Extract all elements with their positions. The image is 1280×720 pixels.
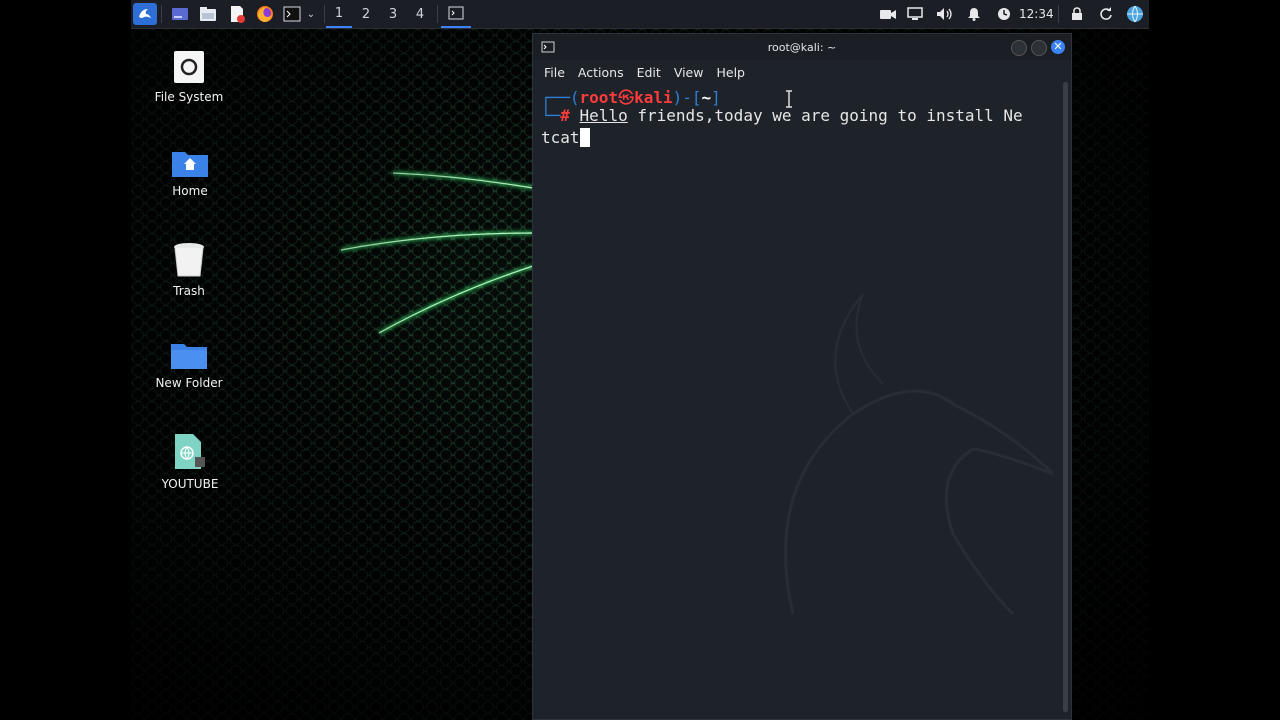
terminal-window-icon — [541, 41, 555, 53]
terminal-menubar: File Actions Edit View Help — [533, 60, 1071, 84]
taskbar-separator — [437, 5, 438, 23]
prompt-line: ┌──(root㉿kali)-[~] — [541, 84, 721, 108]
clock-icon — [997, 0, 1011, 28]
desktop-screen: ⌄ 1 2 3 4 12:34 File System Home Trash N… — [131, 0, 1149, 720]
prompt-bracket: ] — [711, 88, 721, 107]
taskbar-separator — [324, 5, 325, 23]
trash-icon — [174, 243, 204, 277]
maximize-button[interactable] — [1031, 40, 1047, 56]
taskbar-separator — [1058, 5, 1059, 23]
desktop-icon-new-folder[interactable]: New Folder — [144, 340, 234, 390]
terminal-window[interactable]: root@kali: ~ ✕ File Actions Edit View He… — [532, 33, 1072, 720]
terminal-scrollbar[interactable] — [1063, 82, 1068, 712]
desktop-icon-youtube[interactable]: YOUTUBE — [145, 433, 235, 491]
drive-icon — [174, 51, 204, 83]
notification-bell-icon[interactable] — [967, 0, 981, 28]
prompt-dir: ~ — [701, 88, 712, 107]
prompt-bracket: )-[ — [672, 88, 702, 107]
workspace-3[interactable]: 3 — [380, 0, 406, 28]
menu-help[interactable]: Help — [716, 65, 745, 80]
prompt-user: root — [579, 88, 619, 107]
network-globe-icon[interactable] — [1126, 0, 1144, 28]
close-button[interactable]: ✕ — [1051, 40, 1065, 54]
volume-icon[interactable] — [936, 0, 954, 28]
menu-view[interactable]: View — [674, 65, 704, 80]
desktop-icon-label: File System — [154, 90, 224, 104]
taskbar-separator — [161, 5, 162, 23]
desktop-icon-home[interactable]: Home — [145, 148, 235, 198]
menu-actions[interactable]: Actions — [578, 65, 624, 80]
taskbar: ⌄ 1 2 3 4 12:34 — [131, 0, 1149, 29]
kali-menu-icon[interactable] — [133, 3, 157, 25]
folder-icon — [171, 344, 207, 369]
lock-icon[interactable] — [1071, 0, 1083, 28]
prompt-host: kali — [634, 88, 673, 107]
taskbar-terminal-window[interactable] — [441, 0, 471, 28]
command-line: └─# Hello friends,today we are going to … — [541, 106, 1023, 125]
menu-file[interactable]: File — [544, 65, 565, 80]
text-cursor — [579, 128, 590, 147]
command-wrap-line: tcat — [541, 128, 590, 147]
prompt-bracket: └─ — [541, 106, 561, 125]
firefox-icon[interactable] — [254, 3, 276, 25]
desktop-icon-file-system[interactable]: File System — [144, 50, 234, 104]
desktop-icon-trash[interactable]: Trash — [144, 242, 234, 298]
desktop-icon-label: Home — [172, 184, 208, 198]
home-folder-icon — [172, 152, 208, 177]
clock-time[interactable]: 12:34 — [1019, 0, 1054, 28]
workspace-preview-icon[interactable] — [169, 3, 191, 25]
terminal-title: root@kali: ~ — [767, 40, 837, 54]
chevron-down-icon[interactable]: ⌄ — [304, 3, 318, 25]
kali-dragon-watermark — [784, 293, 1055, 616]
desktop-icon-label: YOUTUBE — [161, 477, 219, 491]
prompt-hash: # — [560, 106, 570, 125]
workspace-4[interactable]: 4 — [407, 0, 433, 28]
prompt-bracket: ┌──( — [541, 88, 580, 107]
terminal-output[interactable]: ┌──(root㉿kali)-[~] └─# Hello friends,tod… — [533, 84, 1071, 719]
html-file-icon — [175, 434, 205, 469]
workspace-1[interactable]: 1 — [326, 0, 352, 28]
terminal-icon[interactable] — [281, 3, 303, 25]
command-text: friends,today we are going to install Ne — [627, 106, 1023, 125]
display-icon[interactable] — [907, 0, 923, 28]
prompt-at-symbol: ㉿ — [618, 88, 635, 107]
workspace-2[interactable]: 2 — [353, 0, 379, 28]
mouse-ibeam-cursor-icon — [786, 90, 792, 108]
command-first-word: Hello — [579, 106, 628, 125]
text-editor-icon[interactable] — [226, 3, 248, 25]
command-wrap: tcat — [541, 128, 580, 147]
desktop-icon-label: New Folder — [155, 376, 223, 390]
refresh-icon[interactable] — [1099, 0, 1113, 28]
menu-edit[interactable]: Edit — [637, 65, 661, 80]
file-manager-icon[interactable] — [197, 3, 219, 25]
minimize-button[interactable] — [1011, 40, 1027, 56]
camera-icon[interactable] — [879, 0, 897, 28]
terminal-titlebar[interactable]: root@kali: ~ ✕ — [533, 34, 1071, 60]
desktop-icon-label: Trash — [173, 284, 205, 298]
